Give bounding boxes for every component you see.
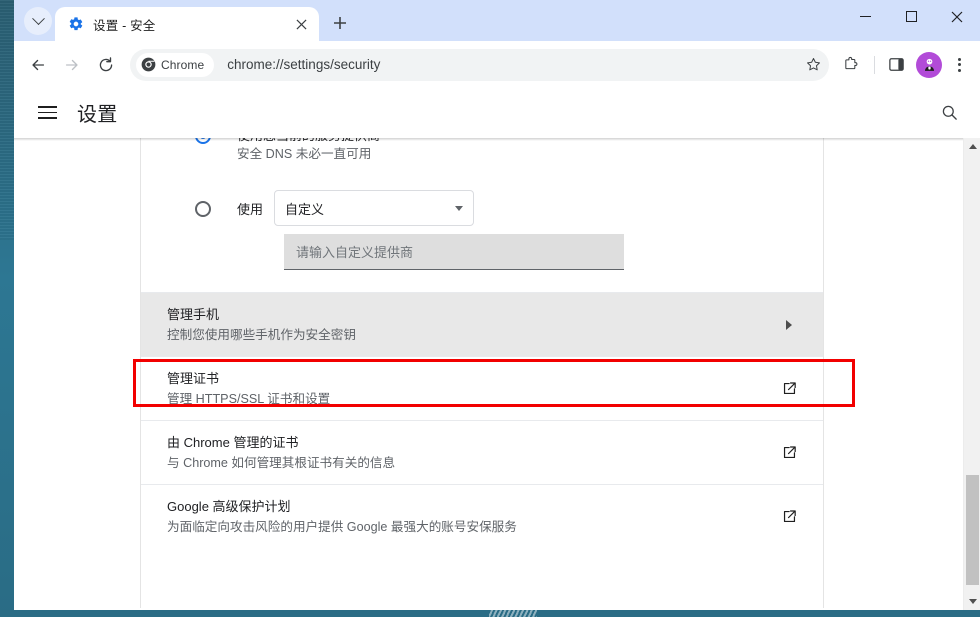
bookmark-star-button[interactable]: [799, 51, 827, 79]
row-subtitle: 控制您使用哪些手机作为安全密钥: [167, 327, 356, 342]
settings-page: 设置 使用您当前的服务提供商 安全 DNS 未必一直可用: [14, 88, 980, 610]
row-title: 由 Chrome 管理的证书: [167, 434, 299, 450]
minimize-icon: [859, 15, 871, 18]
settings-gear-icon: [68, 16, 84, 32]
side-panel-icon: [888, 58, 904, 71]
secure-dns-options: 使用您当前的服务提供商 安全 DNS 未必一直可用 使用 自定义 请输: [141, 138, 823, 292]
row-manage-phones[interactable]: 管理手机 控制您使用哪些手机作为安全密钥: [141, 292, 823, 356]
close-button[interactable]: [934, 0, 980, 33]
forward-arrow-icon: [65, 59, 78, 70]
chevron-down-icon: [455, 205, 464, 211]
tab-title: 设置 - 安全: [93, 18, 156, 33]
row-subtitle: 为面临定向攻击风险的用户提供 Google 最强大的账号安保服务: [167, 519, 517, 534]
dns-option-custom[interactable]: 使用 自定义: [141, 190, 823, 226]
scroll-up-arrow-icon[interactable]: [964, 138, 980, 155]
dns-custom-provider-placeholder: 请输入自定义提供商: [296, 245, 414, 260]
content-top-shadow: [14, 138, 980, 141]
hamburger-bar: [37, 117, 57, 120]
chevron-down-icon: [31, 11, 45, 25]
minimize-button[interactable]: [842, 0, 888, 33]
settings-content-area: 使用您当前的服务提供商 安全 DNS 未必一直可用 使用 自定义 请输: [14, 138, 980, 610]
side-panel-button[interactable]: [880, 49, 912, 81]
browser-toolbar: Chrome chrome://settings/security: [14, 41, 980, 88]
window-controls: [842, 0, 980, 41]
puzzle-piece-icon: [845, 56, 858, 69]
row-title: 管理手机: [167, 306, 220, 322]
row-subtitle: 管理 HTTPS/SSL 证书和设置: [167, 391, 331, 406]
kebab-dot: [957, 57, 961, 61]
maximize-icon: [905, 11, 917, 22]
back-arrow-icon: [32, 59, 45, 70]
browser-menu-button[interactable]: [944, 50, 974, 80]
settings-header: 设置: [14, 88, 980, 138]
chrome-origin-chip: Chrome: [136, 52, 215, 77]
row-texts: Google 高级保护计划 为面临定向攻击风险的用户提供 Google 最强大的…: [167, 497, 777, 537]
kebab-dot: [957, 63, 961, 66]
scroll-down-arrow-icon[interactable]: [964, 593, 980, 610]
chrome-browser-window: 设置 - 安全 Chrome chrome://settings/securit…: [14, 0, 980, 610]
reload-icon: [99, 56, 113, 71]
dns-option-current-provider[interactable]: 使用您当前的服务提供商 安全 DNS 未必一直可用: [141, 138, 823, 164]
hamburger-bar: [37, 111, 57, 114]
forward-button[interactable]: [56, 49, 88, 81]
chrome-logo-icon: [141, 57, 156, 72]
row-title: Google 高级保护计划: [167, 498, 291, 514]
maximize-button[interactable]: [888, 0, 934, 33]
close-icon: [951, 11, 963, 22]
row-texts: 由 Chrome 管理的证书 与 Chrome 如何管理其根证书有关的信息: [167, 433, 777, 473]
plus-icon: [334, 17, 346, 29]
page-title: 设置: [77, 104, 118, 126]
hamburger-menu-button[interactable]: [30, 96, 64, 130]
dns-custom-provider-input[interactable]: 请输入自定义提供商: [284, 234, 624, 270]
reload-button[interactable]: [90, 49, 122, 81]
hamburger-bar: [37, 105, 57, 108]
toolbar-divider: [874, 55, 875, 74]
row-manage-certificates[interactable]: 管理证书 管理 HTTPS/SSL 证书和设置: [141, 356, 823, 420]
row-title: 管理证书: [167, 370, 220, 386]
radio-button-unselected[interactable]: [195, 201, 211, 217]
scrollbar-thumb[interactable]: [966, 475, 979, 585]
row-chrome-managed-certificates[interactable]: 由 Chrome 管理的证书 与 Chrome 如何管理其根证书有关的信息: [141, 420, 823, 484]
extensions-button[interactable]: [835, 49, 867, 81]
search-icon: [942, 105, 957, 120]
dns-option-texts: 使用您当前的服务提供商 安全 DNS 未必一直可用: [237, 138, 380, 164]
open-in-new-icon[interactable]: [777, 444, 801, 461]
row-google-advanced-protection[interactable]: Google 高级保护计划 为面临定向攻击风险的用户提供 Google 最强大的…: [141, 484, 823, 548]
profile-avatar-icon: [924, 58, 934, 71]
window-bottom-edge: [14, 608, 980, 610]
new-tab-button[interactable]: [326, 9, 354, 37]
star-icon: [806, 57, 820, 71]
dns-option-subtitle: 安全 DNS 未必一直可用: [237, 147, 372, 161]
dns-provider-select-value: 自定义: [285, 201, 325, 217]
browser-tab-active[interactable]: 设置 - 安全: [55, 7, 319, 41]
chrome-chip-label: Chrome: [161, 57, 205, 72]
settings-card: 使用您当前的服务提供商 安全 DNS 未必一直可用 使用 自定义 请输: [140, 138, 824, 610]
row-texts: 管理证书 管理 HTTPS/SSL 证书和设置: [167, 369, 777, 409]
address-bar-actions: [799, 51, 829, 79]
open-in-new-icon[interactable]: [777, 380, 801, 397]
kebab-dot: [957, 68, 961, 72]
open-in-new-icon[interactable]: [777, 508, 801, 525]
profile-avatar[interactable]: [916, 51, 942, 78]
tab-search-button[interactable]: [24, 7, 52, 35]
row-subtitle: 与 Chrome 如何管理其根证书有关的信息: [167, 455, 396, 470]
chevron-right-icon: [777, 319, 801, 330]
dns-provider-select[interactable]: 自定义: [274, 190, 475, 226]
address-bar[interactable]: Chrome chrome://settings/security: [130, 48, 829, 81]
row-texts: 管理手机 控制您使用哪些手机作为安全密钥: [167, 305, 777, 345]
back-button[interactable]: [22, 49, 54, 81]
tab-strip: 设置 - 安全: [14, 0, 980, 41]
dns-custom-label: 使用: [237, 201, 264, 217]
address-bar-url: chrome://settings/security: [227, 57, 381, 72]
settings-search-button[interactable]: [932, 96, 966, 130]
tab-close-button[interactable]: [291, 14, 311, 34]
content-scrollbar[interactable]: [963, 138, 980, 610]
